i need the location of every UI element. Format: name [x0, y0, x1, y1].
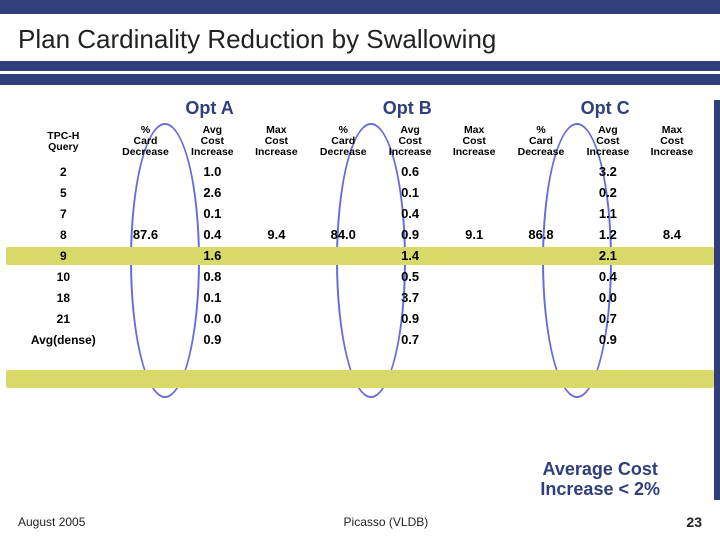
footer-page: 23 [686, 514, 702, 530]
query-header: TPC-HQuery [16, 122, 111, 161]
footer: August 2005 Picasso (VLDB) 23 [0, 514, 720, 530]
col-c-card: %CardDecrease [506, 122, 576, 161]
data-table: Opt A Opt B Opt C TPC-HQuery %CardDecrea… [16, 95, 704, 350]
col-c-max: MaxCostIncrease [640, 122, 704, 161]
col-a-card: %CardDecrease [111, 122, 181, 161]
table-row: 9 1.6 1.4 2.1 [16, 245, 704, 266]
footer-date: August 2005 [18, 515, 85, 529]
footer-center: Picasso (VLDB) [344, 515, 429, 529]
table-row: 18 0.1 3.7 0.0 [16, 287, 704, 308]
table-row: Avg(dense) 0.9 0.7 0.9 [16, 329, 704, 350]
col-b-card: %CardDecrease [308, 122, 378, 161]
rule-band [0, 61, 720, 85]
table-row: 2 1.0 0.6 3.2 [16, 161, 704, 182]
col-a-avg: AvgCostIncrease [180, 122, 244, 161]
sub-header-row: TPC-HQuery %CardDecrease AvgCostIncrease… [16, 122, 704, 161]
col-c-avg: AvgCostIncrease [576, 122, 640, 161]
slide-body: Opt A Opt B Opt C TPC-HQuery %CardDecrea… [0, 85, 720, 350]
col-b-avg: AvgCostIncrease [378, 122, 442, 161]
col-b-max: MaxCostIncrease [442, 122, 506, 161]
table-row: 10 0.8 0.5 0.4 [16, 266, 704, 287]
opt-b-header: Opt B [308, 95, 506, 122]
side-accent [714, 100, 720, 500]
table-row: 8 87.60.49.4 84.00.99.1 86.81.28.4 [16, 224, 704, 245]
table-row: 5 2.6 0.1 0.2 [16, 182, 704, 203]
table-row: 21 0.0 0.9 0.7 [16, 308, 704, 329]
top-band [0, 0, 720, 14]
callout-average-cost: Average Cost Increase < 2% [540, 460, 660, 500]
opt-a-header: Opt A [111, 95, 309, 122]
table-row: 7 0.1 0.4 1.1 [16, 203, 704, 224]
opt-header-row: Opt A Opt B Opt C [16, 95, 704, 122]
col-a-max: MaxCostIncrease [244, 122, 308, 161]
opt-c-header: Opt C [506, 95, 704, 122]
stripe-row-avg [6, 370, 714, 388]
slide-title: Plan Cardinality Reduction by Swallowing [0, 14, 720, 61]
